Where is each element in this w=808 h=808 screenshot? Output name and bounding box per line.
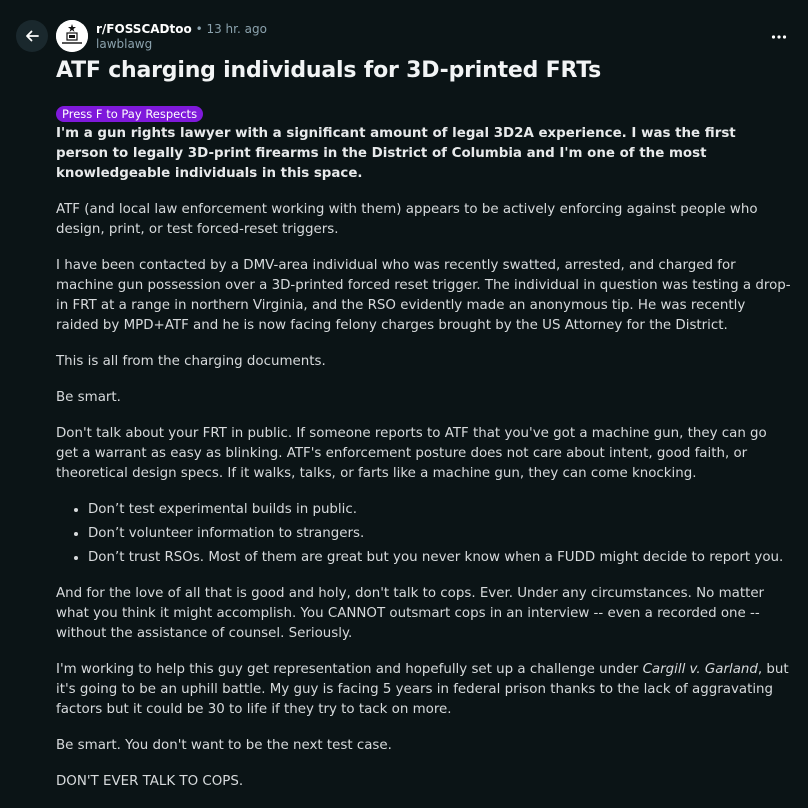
- post-paragraph: ATF (and local law enforcement working w…: [56, 202, 758, 237]
- list-item: Don’t trust RSOs. Most of them are great…: [88, 548, 791, 568]
- post-paragraph: Be smart. You don't want to be the next …: [56, 738, 392, 753]
- post-time: 13 hr. ago: [206, 22, 267, 36]
- arrow-left-icon: [26, 30, 39, 42]
- post-paragraph: I'm working to help this guy get represe…: [56, 660, 791, 720]
- paragraph-text: I'm working to help this guy get represe…: [56, 662, 643, 677]
- subreddit-link[interactable]: r/FOSSCADtoo: [96, 22, 192, 36]
- meta-separator: •: [195, 22, 203, 36]
- subreddit-avatar[interactable]: [56, 20, 88, 52]
- post-paragraph: DON'T EVER TALK TO COPS.: [56, 774, 244, 789]
- case-name: Cargill v. Garland: [642, 662, 758, 677]
- post-paragraph: Don't talk about your FRT in public. If …: [56, 426, 767, 481]
- post-paragraph: Be smart.: [56, 390, 121, 405]
- more-options-button[interactable]: [764, 22, 794, 52]
- author-link[interactable]: lawblawg: [96, 37, 267, 52]
- post-paragraph: And for the love of all that is good and…: [56, 586, 765, 641]
- post-paragraph: This is all from the charging documents.: [56, 354, 326, 369]
- post-bullet-list: Don’t test experimental builds in public…: [56, 500, 791, 568]
- list-item: Don’t test experimental builds in public…: [88, 500, 791, 520]
- list-item: Don’t volunteer information to strangers…: [88, 524, 791, 544]
- post-flair[interactable]: Press F to Pay Respects: [56, 106, 204, 122]
- post-meta: r/FOSSCADtoo • 13 hr. ago lawblawg: [96, 22, 267, 52]
- post-paragraph: I have been contacted by a DMV-area indi…: [56, 258, 791, 333]
- back-button[interactable]: [16, 20, 48, 52]
- come-and-take-it-logo-icon: [56, 20, 88, 52]
- more-horizontal-icon: [771, 35, 787, 39]
- post-paragraph-lead: I'm a gun rights lawyer with a significa…: [56, 126, 736, 181]
- post-body: I'm a gun rights lawyer with a significa…: [56, 124, 791, 808]
- post-title: ATF charging individuals for 3D-printed …: [56, 58, 602, 83]
